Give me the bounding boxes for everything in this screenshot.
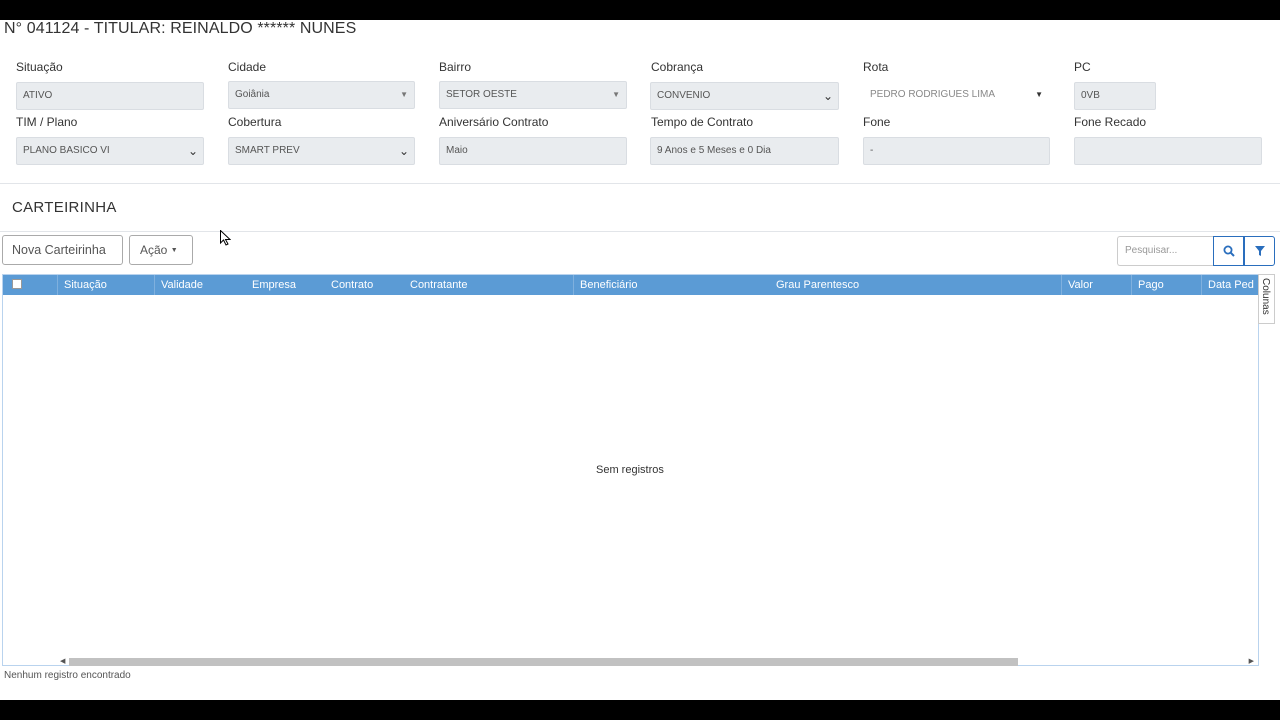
bairro-label: Bairro xyxy=(439,60,472,74)
column-header-data-ped[interactable]: Data Ped xyxy=(1201,275,1258,295)
aniversario-value: Maio xyxy=(446,145,468,156)
rota-value: PEDRO RODRIGUES LIMA xyxy=(870,89,996,100)
table-header: Situação Validade Empresa Contrato Contr… xyxy=(3,275,1258,295)
search-input[interactable]: Pesquisar... xyxy=(1117,236,1213,266)
search-placeholder: Pesquisar... xyxy=(1125,245,1178,256)
search-button[interactable] xyxy=(1213,236,1244,266)
horizontal-scrollbar[interactable]: ◀ ▶ xyxy=(60,657,1256,666)
chevron-down-icon: ⌄ xyxy=(398,144,409,158)
cobranca-select[interactable]: CONVENIO ⌄ xyxy=(650,82,839,110)
caret-down-icon: ▼ xyxy=(170,247,178,254)
pc-field[interactable]: 0VB xyxy=(1074,82,1156,110)
action-dropdown-button[interactable]: Ação ▼ xyxy=(129,235,193,265)
cidade-select[interactable]: Goiânia ▼ xyxy=(228,81,415,109)
select-all-checkbox[interactable] xyxy=(12,279,22,289)
fone-recado-label: Fone Recado xyxy=(1074,115,1147,129)
chevron-down-icon: ⌄ xyxy=(822,89,833,103)
tim-plano-value: PLANO BASICO VI xyxy=(23,145,110,156)
cobranca-value: CONVENIO xyxy=(657,90,711,101)
tempo-value: 9 Anos e 5 Meses e 0 Dia xyxy=(657,145,771,156)
mouse-cursor-icon xyxy=(220,230,231,246)
column-header-beneficiario[interactable]: Beneficiário xyxy=(573,275,773,295)
cidade-value: Goiânia xyxy=(235,89,270,100)
caret-down-icon: ▼ xyxy=(1035,90,1043,99)
scrollbar-thumb[interactable] xyxy=(69,658,1018,666)
cobertura-value: SMART PREV xyxy=(235,145,300,156)
cobranca-label: Cobrança xyxy=(651,60,704,74)
search-icon xyxy=(1223,245,1235,257)
column-header-valor[interactable]: Valor xyxy=(1061,275,1131,295)
column-header-grau-parentesco[interactable]: Grau Parentesco xyxy=(770,275,1060,295)
divider xyxy=(0,183,1280,184)
aniversario-label: Aniversário Contrato xyxy=(439,115,549,129)
page: N° 041124 - TITULAR: REINALDO ****** NUN… xyxy=(0,20,1280,700)
footer-status: Nenhum registro encontrado xyxy=(4,670,131,681)
filter-button[interactable] xyxy=(1244,236,1275,266)
tempo-label: Tempo de Contrato xyxy=(651,115,754,129)
tim-plano-select[interactable]: PLANO BASICO VI ⌄ xyxy=(16,137,204,165)
cobertura-label: Cobertura xyxy=(228,115,282,129)
columns-toggle-tab[interactable]: Colunas xyxy=(1258,274,1275,324)
fone-recado-field[interactable] xyxy=(1074,137,1262,165)
tempo-field[interactable]: 9 Anos e 5 Meses e 0 Dia xyxy=(650,137,839,165)
cobertura-select[interactable]: SMART PREV ⌄ xyxy=(228,137,415,165)
column-header-validade[interactable]: Validade xyxy=(154,275,240,295)
fone-value: - xyxy=(870,145,874,156)
pc-value: 0VB xyxy=(1081,90,1100,101)
divider xyxy=(0,231,1280,232)
bairro-select[interactable]: SETOR OESTE ▼ xyxy=(439,81,627,109)
action-label: Ação xyxy=(140,243,168,257)
columns-tab-label: Colunas xyxy=(1260,278,1271,315)
caret-down-icon: ▼ xyxy=(612,90,620,99)
aniversario-field[interactable]: Maio xyxy=(439,137,627,165)
new-card-button[interactable]: Nova Carteirinha xyxy=(2,235,123,265)
scroll-right-icon[interactable]: ▶ xyxy=(1249,657,1254,665)
column-header-situacao[interactable]: Situação xyxy=(57,275,154,295)
scroll-left-icon[interactable]: ◀ xyxy=(60,657,65,665)
bairro-value: SETOR OESTE xyxy=(446,89,517,100)
chevron-down-icon: ⌄ xyxy=(187,144,198,158)
page-title: N° 041124 - TITULAR: REINALDO ****** NUN… xyxy=(4,20,357,37)
fone-field[interactable]: - xyxy=(863,137,1050,165)
pc-label: PC xyxy=(1074,60,1091,74)
fone-label: Fone xyxy=(863,115,891,129)
section-title: CARTEIRINHA xyxy=(12,199,117,216)
rota-label: Rota xyxy=(863,60,889,74)
cidade-label: Cidade xyxy=(228,60,267,74)
situacao-value: ATIVO xyxy=(23,90,53,101)
tim-plano-label: TIM / Plano xyxy=(16,115,78,129)
empty-message: Sem registros xyxy=(596,464,664,476)
situacao-label: Situação xyxy=(16,60,63,74)
column-header-pago[interactable]: Pago xyxy=(1131,275,1201,295)
caret-down-icon: ▼ xyxy=(400,90,408,99)
column-header-contrato[interactable]: Contrato xyxy=(325,275,403,295)
column-header-empresa[interactable]: Empresa xyxy=(246,275,324,295)
filter-icon xyxy=(1254,246,1265,256)
column-header-contratante[interactable]: Contratante xyxy=(404,275,573,295)
rota-select[interactable]: PEDRO RODRIGUES LIMA ▼ xyxy=(863,81,1050,109)
situacao-field[interactable]: ATIVO xyxy=(16,82,204,110)
